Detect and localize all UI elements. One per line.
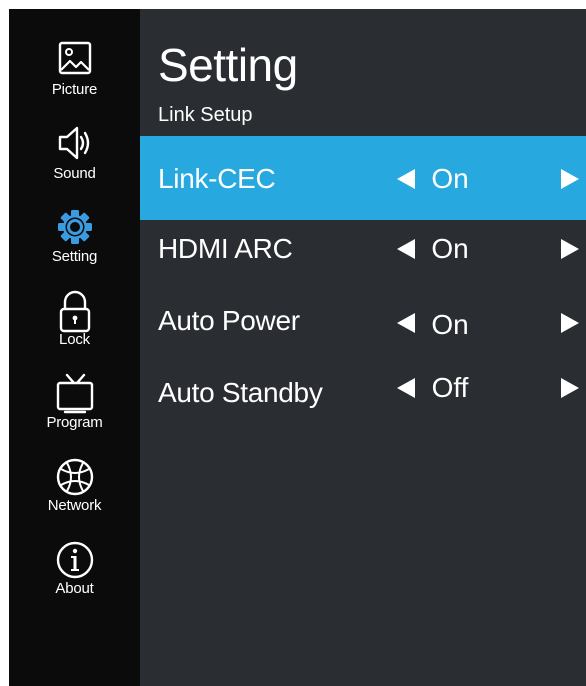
setting-value: Off (431, 372, 469, 403)
sidebar: Picture Sound Setting Lock Program Netwo… (9, 9, 140, 686)
sidebar-item-about[interactable]: About (9, 538, 140, 618)
sidebar-item-program[interactable]: Program (9, 372, 140, 452)
setting-row-link-cec[interactable]: Link-CEC On (140, 136, 586, 220)
setting-value: On (431, 233, 469, 264)
sidebar-item-sound[interactable]: Sound (9, 123, 140, 203)
sidebar-item-label: Sound (53, 165, 96, 182)
tv-menu-screen: Picture Sound Setting Lock Program Netwo… (9, 9, 586, 686)
sidebar-item-network[interactable]: Network (9, 455, 140, 535)
setting-label: Auto Standby (158, 377, 323, 408)
setting-label: HDMI ARC (158, 233, 293, 264)
sound-icon (53, 123, 97, 169)
tv-icon (53, 372, 97, 418)
sidebar-item-label: Setting (51, 248, 98, 265)
arrow-right-icon[interactable] (553, 371, 583, 405)
setting-label: Link-CEC (158, 163, 276, 194)
sidebar-item-label: Network (47, 497, 102, 514)
setting-row-hdmi-arc[interactable]: HDMI ARC On (140, 222, 586, 290)
arrow-right-icon[interactable] (553, 232, 583, 266)
setting-row-auto-standby[interactable]: Auto Standby Off (140, 367, 586, 435)
sidebar-item-label: About (55, 580, 94, 597)
setting-label: Auto Power (158, 305, 300, 336)
sidebar-item-lock[interactable]: Lock (9, 289, 140, 369)
info-icon (53, 538, 97, 584)
sidebar-item-picture[interactable]: Picture (9, 39, 140, 119)
settings-panel: Setting Link Setup Link-CEC On HDMI ARC … (140, 9, 586, 686)
arrow-right-icon[interactable] (553, 306, 583, 340)
sidebar-item-label: Lock (59, 331, 90, 348)
sidebar-item-label: Program (46, 414, 103, 431)
globe-icon (53, 455, 97, 501)
setting-value: On (431, 163, 469, 194)
picture-icon (53, 39, 97, 85)
gear-icon (53, 206, 97, 252)
lock-icon (53, 289, 97, 335)
setting-value: On (431, 309, 469, 340)
arrow-right-icon[interactable] (553, 162, 583, 196)
sidebar-item-label: Picture (51, 81, 98, 98)
setting-row-auto-power[interactable]: Auto Power On (140, 296, 586, 364)
sidebar-item-setting[interactable]: Setting (9, 206, 140, 286)
page-subtitle: Link Setup (158, 104, 253, 126)
page-title: Setting (158, 39, 298, 91)
